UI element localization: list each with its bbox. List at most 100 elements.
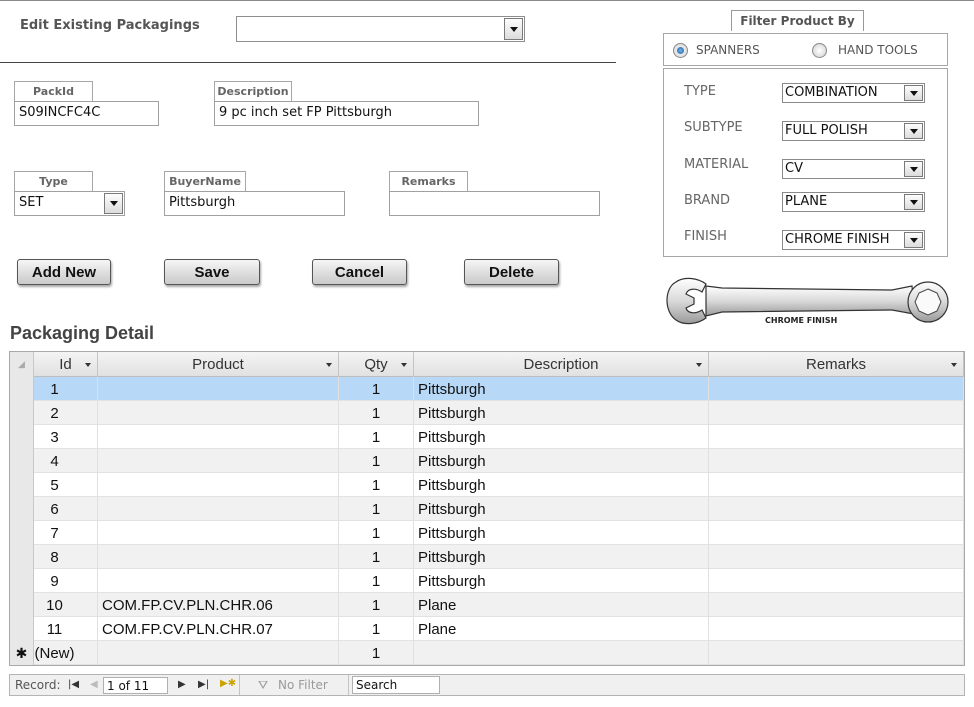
table-row[interactable]: 3 1 Pittsburgh [10,425,964,449]
cell-product[interactable] [98,545,339,569]
filter-brand-combo[interactable]: PLANE [782,192,925,212]
radio-spanners[interactable] [673,43,688,58]
filter-material-combo[interactable]: CV [782,159,925,179]
sort-arrow-icon[interactable] [326,363,332,367]
cell-qty[interactable]: 1 [339,521,414,545]
cell-description[interactable]: Pittsburgh [414,569,709,593]
cell-product[interactable] [98,377,339,401]
row-selector[interactable] [10,401,34,425]
cell-qty[interactable]: 1 [339,401,414,425]
last-record-icon[interactable]: ▶| [198,679,209,690]
cell-remarks[interactable] [709,497,964,521]
cell-description[interactable]: Pittsburgh [414,449,709,473]
no-filter-button[interactable]: No Filter [278,678,328,692]
cell-product[interactable] [98,401,339,425]
cell-description[interactable]: Plane [414,593,709,617]
cell-qty[interactable]: 1 [339,449,414,473]
row-selector[interactable] [10,521,34,545]
filter-finish-dropdown-button[interactable] [904,232,923,248]
cell-id[interactable]: 9 [34,569,98,593]
next-record-icon[interactable]: ▶ [178,679,186,690]
edit-existing-combo[interactable] [236,16,525,42]
cell-product[interactable] [98,473,339,497]
cell-remarks[interactable] [709,425,964,449]
cell-qty[interactable]: 1 [339,569,414,593]
row-selector[interactable] [10,545,34,569]
cell-id[interactable]: 8 [34,545,98,569]
cell-description[interactable] [414,641,709,665]
cell-id[interactable]: 7 [34,521,98,545]
cell-product[interactable] [98,569,339,593]
table-row[interactable]: 6 1 Pittsburgh [10,497,964,521]
table-row[interactable]: 4 1 Pittsburgh [10,449,964,473]
cell-description[interactable]: Pittsburgh [414,425,709,449]
cell-id[interactable]: 1 [34,377,98,401]
cell-remarks[interactable] [709,641,964,665]
cell-product[interactable] [98,449,339,473]
cell-id[interactable]: 6 [34,497,98,521]
select-all-corner[interactable]: ◢ [10,352,34,377]
radio-hand-tools[interactable] [812,43,827,58]
row-selector[interactable] [10,449,34,473]
filter-material-dropdown-button[interactable] [904,161,923,177]
col-header-remarks[interactable]: Remarks [709,352,964,377]
cell-qty[interactable]: 1 [339,377,414,401]
add-new-button[interactable]: Add New [17,259,111,285]
col-header-qty[interactable]: Qty [339,352,414,377]
cell-qty[interactable]: 1 [339,617,414,641]
row-selector[interactable] [10,473,34,497]
row-selector[interactable]: ✱ [10,641,34,665]
sort-arrow-icon[interactable] [85,363,91,367]
previous-record-icon[interactable]: ◀ [90,679,98,690]
cell-qty[interactable]: 1 [339,593,414,617]
cell-qty[interactable]: 1 [339,473,414,497]
cell-id[interactable]: 11 [34,617,98,641]
cell-product[interactable] [98,641,339,665]
row-selector[interactable] [10,425,34,449]
row-selector[interactable] [10,617,34,641]
cell-id[interactable]: (New) [34,641,98,665]
cell-id[interactable]: 2 [34,401,98,425]
radio-spanners-label[interactable]: SPANNERS [696,43,760,57]
cell-id[interactable]: 10 [34,593,98,617]
col-header-id[interactable]: Id [34,352,98,377]
filter-brand-dropdown-button[interactable] [904,194,923,210]
cell-product[interactable]: COM.FP.CV.PLN.CHR.06 [98,593,339,617]
cell-id[interactable]: 3 [34,425,98,449]
filter-subtype-combo[interactable]: FULL POLISH [782,121,925,141]
cell-description[interactable]: Pittsburgh [414,473,709,497]
edit-existing-dropdown-button[interactable] [504,18,523,40]
cancel-button[interactable]: Cancel [312,259,407,285]
filter-type-combo[interactable]: COMBINATION [782,83,925,103]
cell-remarks[interactable] [709,473,964,497]
remarks-field[interactable] [389,191,600,216]
new-record-icon[interactable]: ▶✱ [220,678,236,689]
cell-remarks[interactable] [709,593,964,617]
cell-remarks[interactable] [709,521,964,545]
cell-description[interactable]: Pittsburgh [414,401,709,425]
cell-description[interactable]: Pittsburgh [414,545,709,569]
row-selector[interactable] [10,497,34,521]
col-header-description[interactable]: Description [414,352,709,377]
type-combo[interactable]: SET [14,191,125,216]
buyer-field[interactable]: Pittsburgh [164,191,345,216]
cell-qty[interactable]: 1 [339,425,414,449]
type-dropdown-button[interactable] [104,193,123,214]
cell-product[interactable] [98,425,339,449]
filter-finish-combo[interactable]: CHROME FINISH [782,230,925,250]
row-selector[interactable] [10,377,34,401]
cell-description[interactable]: Plane [414,617,709,641]
save-button[interactable]: Save [164,259,260,285]
cell-qty[interactable]: 1 [339,497,414,521]
delete-button[interactable]: Delete [464,259,559,285]
cell-product[interactable] [98,521,339,545]
table-row[interactable]: 10 COM.FP.CV.PLN.CHR.06 1 Plane [10,593,964,617]
table-row[interactable]: 11 COM.FP.CV.PLN.CHR.07 1 Plane [10,617,964,641]
cell-product[interactable] [98,497,339,521]
table-row[interactable]: 8 1 Pittsburgh [10,545,964,569]
radio-hand-tools-label[interactable]: HAND TOOLS [838,43,918,57]
filter-subtype-dropdown-button[interactable] [904,123,923,139]
cell-remarks[interactable] [709,545,964,569]
description-field[interactable]: 9 pc inch set FP Pittsburgh [214,101,479,126]
cell-description[interactable]: Pittsburgh [414,377,709,401]
